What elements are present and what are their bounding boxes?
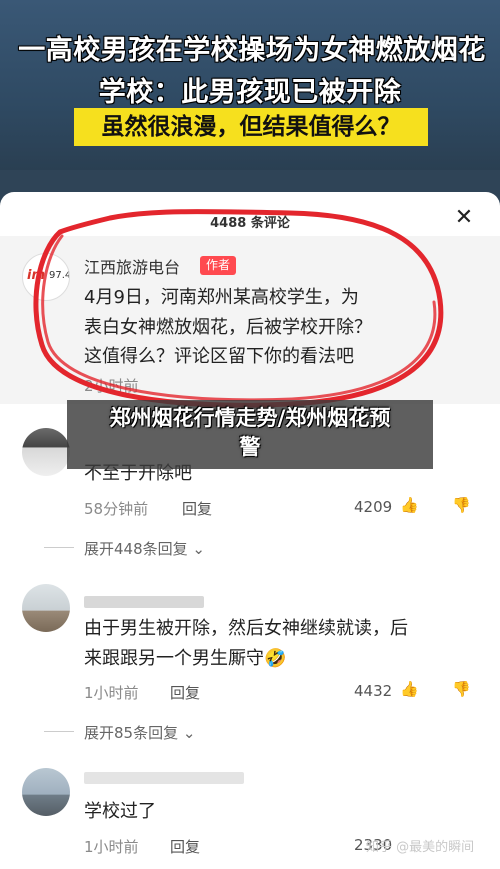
avatar[interactable] xyxy=(22,584,70,632)
comment-text-line: 来跟跟另一个男生厮守🤣 xyxy=(84,648,287,669)
comment-text-line: 由于男生被开除，然后女神继续就读，后 xyxy=(84,618,408,639)
comment-time: 2小时前 xyxy=(84,377,139,395)
avatar[interactable]: im 97.4 xyxy=(22,253,70,301)
thumbs-up-icon[interactable]: 👍 xyxy=(400,680,419,698)
overlay-title: 郑州烟花行情走势/郑州烟花预 警 xyxy=(67,404,433,462)
thumbs-down-icon[interactable]: 👎 xyxy=(452,680,471,698)
avatar[interactable] xyxy=(22,428,70,476)
author-badge: 作者 xyxy=(200,256,237,275)
close-icon[interactable]: ✕ xyxy=(452,206,476,230)
expand-replies-link[interactable]: 展开85条回复 ⌄ xyxy=(43,722,196,743)
avatar[interactable] xyxy=(22,768,70,816)
chevron-down-icon: ⌄ xyxy=(192,540,205,558)
comment-username[interactable]: 江西旅游电台 xyxy=(84,254,180,278)
comment-count-title: 4488 条评论 xyxy=(210,216,290,231)
expand-replies-link[interactable]: 展开448条回复 ⌄ xyxy=(44,538,205,559)
chevron-down-icon: ⌄ xyxy=(182,724,196,742)
comment-time: 1小时前 xyxy=(84,684,139,702)
username-redacted xyxy=(84,596,204,608)
overlay-title-line-1: 郑州烟花行情走势/郑州烟花预 xyxy=(109,406,391,430)
comment-text: 学校过了 xyxy=(84,801,156,822)
like-count: 4209 xyxy=(354,498,393,516)
reply-button[interactable]: 回复 xyxy=(182,498,212,519)
reply-button[interactable]: 回复 xyxy=(170,836,200,857)
expand-replies-label: 展开448条回复 xyxy=(84,540,188,558)
radio-logo-frequency: 97.4 xyxy=(49,270,70,281)
like-count: 4432 xyxy=(354,682,393,700)
headline-line-2: 学校：此男孩现已被开除 xyxy=(98,77,402,108)
highlight-caption: 虽然很浪漫，但结果值得么？ xyxy=(74,108,428,146)
watermark: 知乎 @最美的瞬间 xyxy=(366,840,475,855)
thumbs-down-icon[interactable]: 👎 xyxy=(452,496,471,514)
headline-line-1: 一高校男孩在学校操场为女神燃放烟花 xyxy=(18,35,486,66)
radio-logo-text: im xyxy=(27,268,46,283)
overlay-title-line-2: 警 xyxy=(239,435,261,459)
comment-text-line: 表白女神燃放烟花，后被学校开除？ xyxy=(84,317,372,338)
reply-button[interactable]: 回复 xyxy=(170,682,200,703)
comment-time: 1小时前 xyxy=(84,838,139,856)
expand-replies-label: 展开85条回复 xyxy=(84,724,179,742)
thumbs-up-icon[interactable]: 👍 xyxy=(400,496,419,514)
comment-text-line: 这值得么？评论区留下你的看法吧 xyxy=(84,346,354,367)
comment-time: 58分钟前 xyxy=(84,500,149,518)
username-redacted xyxy=(84,772,244,784)
comment-text-line: 4月9日，河南郑州某高校学生，为 xyxy=(84,287,359,308)
